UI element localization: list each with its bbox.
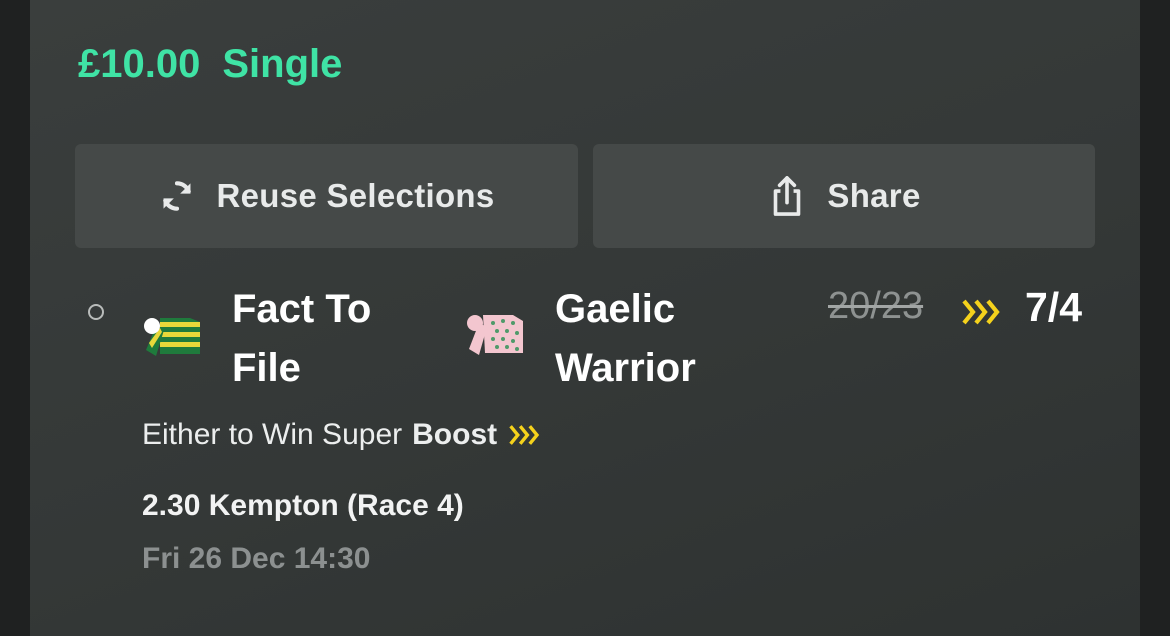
chevrons-right-icon — [509, 425, 540, 445]
reuse-selections-label: Reuse Selections — [216, 177, 495, 214]
bet-stake: £10.00 — [78, 42, 201, 86]
share-label: Share — [827, 177, 921, 214]
share-icon — [774, 176, 801, 216]
original-price: 20/23 — [828, 285, 924, 327]
bet-header: £10.00 Single — [78, 42, 342, 87]
boosted-price[interactable]: 7/4 — [1025, 284, 1082, 331]
share-button[interactable]: Share — [593, 144, 1095, 248]
race-datetime: Fri 26 Dec 14:30 — [142, 542, 371, 575]
race-name: 2.30 Kempton (Race 4) — [142, 489, 464, 522]
refresh-icon — [163, 181, 192, 211]
market-description: Either to Win Super Boost — [142, 418, 543, 452]
runner-name-2: Gaelic Warrior — [555, 287, 696, 390]
jockey-silk-icon — [467, 315, 523, 355]
selection-radio[interactable] — [88, 304, 104, 320]
bet-type: Single — [222, 42, 343, 86]
runner-name-1: Fact To File — [232, 287, 372, 390]
market-text: Either to Win Super — [142, 418, 403, 451]
reuse-selections-button[interactable]: Reuse Selections — [75, 144, 578, 248]
bet-card: £10.00 Single Reuse Selections Share Fac… — [30, 0, 1140, 636]
market-boost-label: Boost — [412, 418, 498, 451]
chevrons-right-icon — [962, 299, 1000, 325]
jockey-silk-icon — [144, 318, 200, 356]
